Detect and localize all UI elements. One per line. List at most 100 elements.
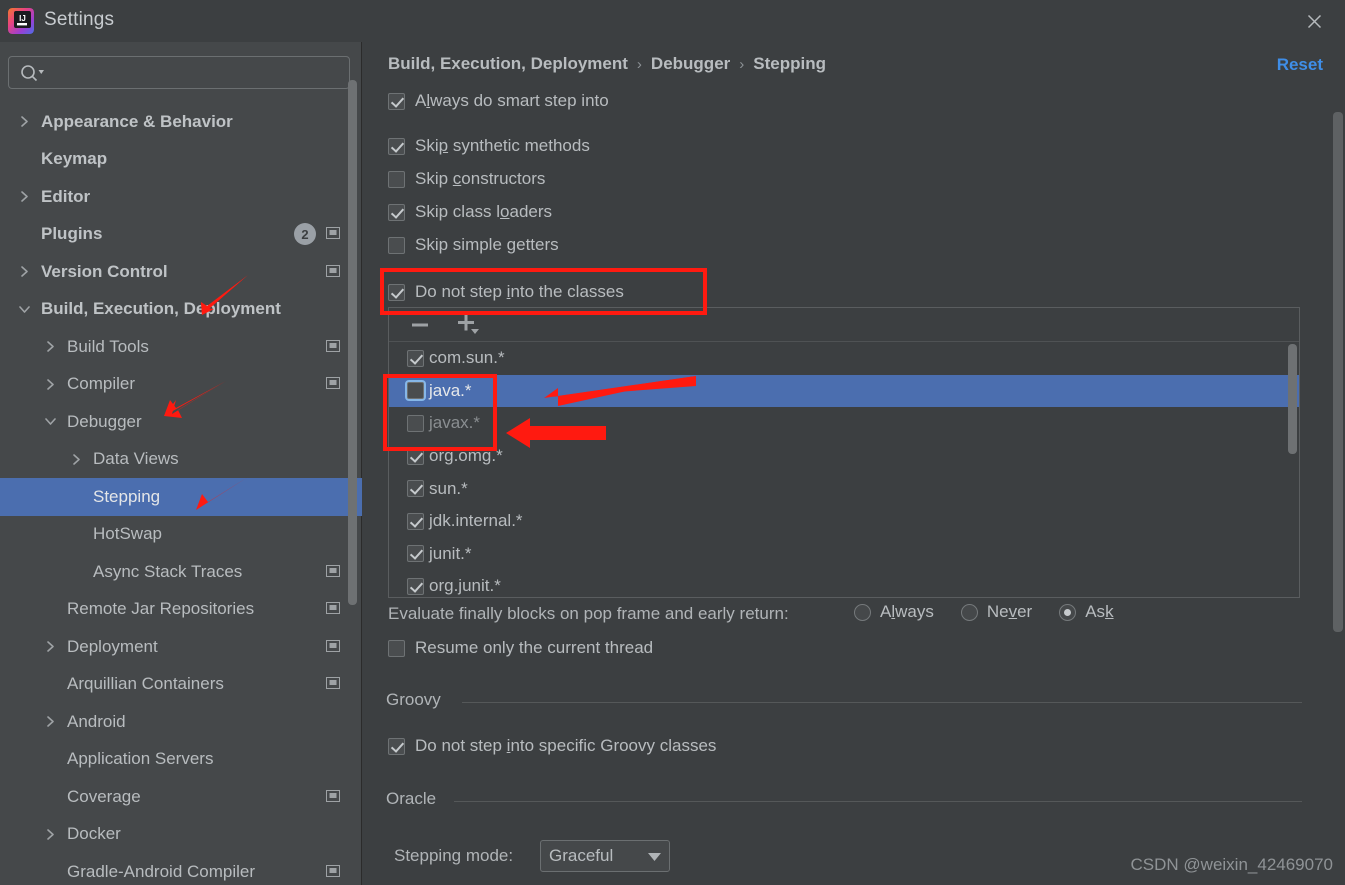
- always-do-smart-step-into-checkbox[interactable]: Always do smart step into: [388, 91, 609, 111]
- class-filter-row[interactable]: jdk.internal.*: [389, 505, 1299, 538]
- sidebar-item-async-stack-traces[interactable]: Async Stack Traces: [0, 553, 362, 591]
- sidebar-item-debugger[interactable]: Debugger: [0, 403, 362, 441]
- plus-icon[interactable]: [455, 313, 487, 337]
- radio-button[interactable]: [854, 603, 871, 621]
- class-filter-row[interactable]: javax.*: [389, 407, 1299, 440]
- checkbox-box[interactable]: [388, 203, 405, 221]
- checkbox-box[interactable]: [388, 283, 405, 301]
- sidebar-item-indicators: [326, 374, 340, 394]
- checkbox-box[interactable]: [388, 639, 405, 657]
- checkbox-box[interactable]: [407, 382, 424, 400]
- checkbox-box[interactable]: [388, 170, 405, 188]
- sidebar-item-arquillian-containers[interactable]: Arquillian Containers: [0, 666, 362, 704]
- sidebar-item-build-tools[interactable]: Build Tools: [0, 328, 362, 366]
- skip-class-loaders-checkbox[interactable]: Skip class loaders: [388, 202, 552, 222]
- sidebar-item-keymap[interactable]: Keymap: [0, 141, 362, 179]
- sidebar-item-docker[interactable]: Docker: [0, 816, 362, 854]
- class-filter-row[interactable]: org.junit.*: [389, 570, 1299, 597]
- evaluate-finally-option[interactable]: Never: [960, 602, 1050, 622]
- chevron-right-icon[interactable]: [42, 639, 58, 655]
- oracle-section-title: Oracle: [386, 789, 437, 808]
- sidebar-item-label: Arquillian Containers: [67, 674, 224, 694]
- evaluate-finally-option[interactable]: Always: [854, 602, 952, 622]
- sidebar-item-data-views[interactable]: Data Views: [0, 441, 362, 479]
- sidebar-item-deployment[interactable]: Deployment: [0, 628, 362, 666]
- close-icon[interactable]: [1301, 8, 1327, 34]
- sidebar-item-coverage[interactable]: Coverage: [0, 778, 362, 816]
- checkbox-box[interactable]: [388, 137, 405, 155]
- class-list-scrollbar-thumb[interactable]: [1288, 344, 1297, 454]
- class-filter-row[interactable]: sun.*: [389, 472, 1299, 505]
- sidebar-item-label: Debugger: [67, 411, 142, 431]
- sidebar-item-editor[interactable]: Editor: [0, 178, 362, 216]
- radio-label[interactable]: Ask: [1085, 602, 1113, 622]
- chevron-right-icon[interactable]: [42, 376, 58, 392]
- evaluate-finally-option[interactable]: Ask: [1059, 602, 1131, 622]
- checkbox-box[interactable]: [407, 414, 424, 432]
- chevron-right-icon[interactable]: [42, 339, 58, 355]
- checkbox-box[interactable]: [388, 737, 405, 755]
- sidebar-scrollbar[interactable]: [348, 42, 359, 824]
- checkbox-box[interactable]: [407, 512, 424, 530]
- reset-link[interactable]: Reset: [1277, 55, 1323, 75]
- class-filters-list[interactable]: com.sun.* java.* javax.* org.omg.* sun.* jdk.…: [389, 342, 1299, 597]
- class-filter-row[interactable]: com.sun.*: [389, 342, 1299, 375]
- radio-label[interactable]: Never: [987, 602, 1032, 622]
- sidebar-item-indicators: [326, 337, 340, 357]
- chevron-right-icon: ›: [636, 55, 642, 73]
- sidebar-item-remote-jar-repositories[interactable]: Remote Jar Repositories: [0, 591, 362, 629]
- do-not-step-into-classes-checkbox[interactable]: Do not step into the classes: [388, 282, 624, 302]
- resume-only-current-thread-label: Resume only the current thread: [415, 638, 654, 657]
- checkbox-box[interactable]: [388, 92, 405, 110]
- chevron-right-icon[interactable]: [16, 264, 32, 280]
- chevron-right-icon[interactable]: [16, 114, 32, 130]
- checkbox-box[interactable]: [407, 480, 424, 498]
- sidebar-item-gradle-android-compiler[interactable]: Gradle-Android Compiler: [0, 853, 362, 885]
- sidebar-scrollbar-thumb[interactable]: [348, 80, 357, 605]
- sidebar-item-compiler[interactable]: Compiler: [0, 366, 362, 404]
- checkbox-box[interactable]: [388, 236, 405, 254]
- sidebar-item-label: Editor: [41, 186, 91, 206]
- resume-only-current-thread-checkbox[interactable]: Resume only the current thread: [388, 638, 653, 658]
- checkbox-box[interactable]: [407, 577, 424, 595]
- sidebar-item-android[interactable]: Android: [0, 703, 362, 741]
- content-scrollbar-thumb[interactable]: [1333, 112, 1343, 632]
- sidebar-item-stepping[interactable]: Stepping: [0, 478, 362, 516]
- breadcrumb-part-2[interactable]: Debugger: [651, 54, 730, 74]
- class-filter-row[interactable]: org.omg.*: [389, 440, 1299, 473]
- sidebar-item-appearance-behavior[interactable]: Appearance & Behavior: [0, 103, 362, 141]
- radio-label[interactable]: Always: [880, 602, 934, 622]
- chevron-right-icon[interactable]: [42, 826, 58, 842]
- chevron-down-icon[interactable]: [16, 301, 32, 317]
- checkbox-box[interactable]: [407, 447, 424, 465]
- sidebar-item-label: Remote Jar Repositories: [67, 599, 255, 619]
- chevron-down-icon[interactable]: [42, 414, 58, 430]
- radio-button[interactable]: [1059, 603, 1077, 621]
- sidebar-item-application-servers[interactable]: Application Servers: [0, 741, 362, 779]
- checkbox-box[interactable]: [407, 545, 424, 563]
- sidebar-item-version-control[interactable]: Version Control: [0, 253, 362, 291]
- settings-tree[interactable]: Appearance & Behavior Keymap Editor Plugins…: [0, 103, 362, 885]
- skip-synthetic-methods-checkbox[interactable]: Skip synthetic methods: [388, 136, 590, 156]
- search-field[interactable]: [8, 56, 350, 89]
- class-filter-pattern: javax.*: [429, 413, 481, 433]
- sidebar-item-plugins[interactable]: Plugins 2: [0, 216, 362, 254]
- radio-button[interactable]: [960, 603, 978, 621]
- breadcrumb-part-1[interactable]: Build, Execution, Deployment: [388, 54, 628, 74]
- project-scope-icon: [326, 562, 340, 582]
- evaluate-finally-radio-group[interactable]: Always Never Ask: [854, 602, 1132, 622]
- search-input[interactable]: [55, 57, 343, 88]
- skip-simple-getters-checkbox[interactable]: Skip simple getters: [388, 235, 559, 255]
- chevron-right-icon[interactable]: [16, 189, 32, 205]
- groovy-do-not-step-checkbox[interactable]: Do not step into specific Groovy classes: [388, 736, 716, 756]
- sidebar-item-build-execution-deployment[interactable]: Build, Execution, Deployment: [0, 291, 362, 329]
- minus-icon[interactable]: [407, 313, 433, 337]
- stepping-mode-select[interactable]: Graceful: [540, 840, 670, 872]
- chevron-right-icon[interactable]: [42, 714, 58, 730]
- class-filter-row[interactable]: java.*: [389, 374, 1299, 408]
- class-filter-row[interactable]: junit.*: [389, 538, 1299, 571]
- sidebar-item-hotswap[interactable]: HotSwap: [0, 516, 362, 554]
- skip-constructors-checkbox[interactable]: Skip constructors: [388, 169, 545, 189]
- checkbox-box[interactable]: [407, 349, 424, 367]
- chevron-right-icon[interactable]: [68, 451, 84, 467]
